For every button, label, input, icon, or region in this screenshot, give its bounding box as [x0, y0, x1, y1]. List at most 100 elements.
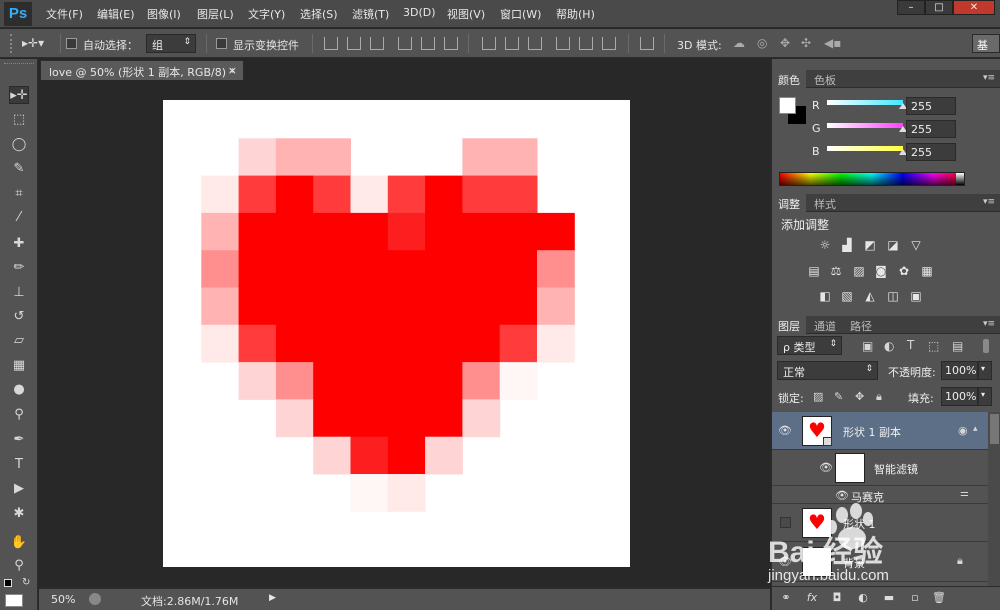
photo-filter-icon[interactable]: ◙ [873, 264, 889, 278]
trash-icon[interactable]: 🗑︎ [932, 591, 946, 605]
hidden-visibility-box[interactable] [780, 517, 791, 528]
blend-mode-dropdown[interactable]: 正常 ⇕ [777, 361, 878, 380]
layer-filter-dropdown[interactable]: ρ 类型 ⇕ [777, 336, 842, 355]
layer-row-background[interactable]: 👁︎ 背景 🔒︎ [772, 542, 988, 582]
layer-name[interactable]: 背景 [843, 555, 865, 571]
tab-channels[interactable]: 通道 [808, 316, 842, 334]
foreground-color-swatch[interactable] [779, 97, 796, 114]
layer-name[interactable]: 智能滤镜 [874, 461, 918, 477]
history-brush-tool-icon[interactable]: ↺ [9, 308, 29, 326]
channel-r-value[interactable]: 255 [906, 97, 956, 115]
stamp-tool-icon[interactable]: ⊥ [9, 284, 29, 302]
auto-align-icon[interactable] [640, 37, 654, 50]
gradient-map-icon[interactable]: ◫ [885, 289, 901, 303]
layer-row-smart-filters[interactable]: 👁︎ 智能滤镜 [772, 450, 988, 486]
hand-tool-icon[interactable]: ✋ [9, 534, 29, 552]
layer-name[interactable]: 形状 1 副本 [843, 424, 901, 440]
menu-edit[interactable]: 编辑(E) [97, 6, 135, 22]
expand-icon[interactable]: ▴ [973, 424, 978, 434]
brush-tool-icon[interactable]: ✏ [9, 259, 29, 277]
path-select-tool-icon[interactable]: ▶ [9, 480, 29, 498]
3d-roll-icon[interactable]: ◎ [757, 36, 767, 50]
posterize-icon[interactable]: ▧ [839, 289, 855, 303]
color-lookup-icon[interactable]: ▦ [919, 264, 935, 278]
menu-window[interactable]: 窗口(W) [500, 6, 541, 22]
black-white-icon[interactable]: ▨ [851, 264, 867, 278]
filter-type-icon[interactable]: T [907, 338, 914, 352]
layer-row-mosaic-filter[interactable]: 👁︎ 马赛克 ⚌ [772, 486, 988, 504]
color-balance-icon[interactable]: ⚖ [828, 264, 844, 278]
close-button[interactable]: ✕ [953, 0, 995, 15]
group-icon[interactable]: ▬ [882, 591, 896, 605]
tab-color[interactable]: 颜色 [772, 70, 806, 88]
curves-icon[interactable]: ◩ [862, 238, 878, 252]
filter-toggle-icon[interactable] [983, 339, 989, 353]
adjustment-icon[interactable]: ◐ [856, 591, 870, 605]
new-layer-icon[interactable]: ▫ [908, 591, 922, 605]
close-tab-icon[interactable]: × [228, 64, 237, 77]
layer-name[interactable]: 形状 1 [843, 516, 876, 532]
tab-paths[interactable]: 路径 [844, 316, 878, 334]
lasso-tool-icon[interactable]: ◯ [9, 136, 29, 154]
3d-scale-icon[interactable]: ◀▪ [824, 36, 841, 50]
fx-icon[interactable]: fx [805, 591, 819, 605]
eye-icon[interactable]: 👁︎ [835, 489, 849, 502]
filter-adjustment-icon[interactable]: ◐ [884, 339, 894, 353]
channel-mixer-icon[interactable]: ✿ [896, 264, 912, 278]
layer-row-shape-copy[interactable]: 👁︎ ♥ 形状 1 副本 ◉ ▴ [772, 412, 988, 450]
opacity-input[interactable]: 100% [941, 361, 978, 380]
3d-pan-icon[interactable]: ✥ [780, 36, 790, 50]
document-tab[interactable]: love @ 50% (形状 1 副本, RGB/8) * × [40, 60, 244, 80]
lock-pixels-icon[interactable]: ✎ [834, 390, 843, 403]
3d-orbit-icon[interactable]: ☁ [733, 36, 745, 50]
filter-shape-icon[interactable]: ⬚ [928, 339, 939, 353]
selective-color-icon[interactable]: ▣ [908, 289, 924, 303]
minimize-button[interactable]: – [897, 0, 925, 15]
blur-tool-icon[interactable]: ● [9, 381, 29, 399]
gradient-tool-icon[interactable]: ▦ [9, 357, 29, 375]
menu-help[interactable]: 帮助(H) [556, 6, 595, 22]
layer-row-shape[interactable]: ♥ 形状 1 [772, 504, 988, 542]
panel-menu-icon[interactable]: ▾≡ [983, 319, 995, 329]
menu-file[interactable]: 文件(F) [46, 6, 83, 22]
tab-layers[interactable]: 图层 [772, 316, 806, 334]
mask-icon[interactable]: ◘ [830, 591, 844, 605]
tab-adjustments[interactable]: 调整 [772, 194, 806, 212]
move-tool-icon[interactable]: ▸✛ [9, 86, 29, 104]
move-tool-preset-icon[interactable]: ▸✛▾ [22, 36, 52, 50]
levels-icon[interactable]: ▟ [839, 238, 855, 252]
vibrance-icon[interactable]: ▽ [908, 238, 924, 252]
quick-select-tool-icon[interactable]: ✎ [9, 160, 29, 178]
status-menu-arrow-icon[interactable]: ▶ [269, 593, 276, 603]
distribute-top-icon[interactable] [482, 37, 496, 50]
filter-smart-object-icon[interactable]: ▤ [952, 339, 963, 353]
tab-swatches[interactable]: 色板 [808, 70, 842, 88]
align-top-icon[interactable] [324, 37, 338, 50]
panel-menu-icon[interactable]: ▾≡ [983, 197, 995, 207]
pen-tool-icon[interactable]: ✒ [9, 431, 29, 449]
lock-transparency-icon[interactable]: ▨ [813, 390, 823, 403]
smart-filter-visibility-icon[interactable]: ◉ [958, 424, 968, 437]
distribute-left-icon[interactable] [556, 37, 570, 50]
eraser-tool-icon[interactable]: ▱ [9, 332, 29, 350]
channel-g-value[interactable]: 255 [906, 120, 956, 138]
crop-tool-icon[interactable]: ⌗ [9, 185, 29, 203]
show-transform-checkbox[interactable] [216, 38, 227, 49]
3d-slide-icon[interactable]: ✣ [801, 36, 811, 50]
maximize-button[interactable]: □ [925, 0, 953, 15]
menu-view[interactable]: 视图(V) [447, 6, 485, 22]
invert-icon[interactable]: ◧ [817, 289, 833, 303]
fill-chevron-icon[interactable]: ▾ [978, 387, 992, 406]
zoom-level[interactable]: 50% [51, 593, 75, 606]
menu-type[interactable]: 文字(Y) [248, 6, 285, 22]
align-right-icon[interactable] [444, 37, 458, 50]
channel-r-slider[interactable] [827, 100, 907, 109]
eyedropper-tool-icon[interactable]: ⁄ [9, 209, 29, 227]
document-canvas[interactable] [163, 100, 630, 567]
distribute-right-icon[interactable] [602, 37, 616, 50]
filter-options-icon[interactable]: ⚌ [960, 488, 969, 499]
healing-brush-tool-icon[interactable]: ✚ [9, 235, 29, 253]
distribute-vcenter-icon[interactable] [505, 37, 519, 50]
link-icon[interactable]: ⚭ [779, 591, 793, 605]
channel-b-value[interactable]: 255 [906, 143, 956, 161]
